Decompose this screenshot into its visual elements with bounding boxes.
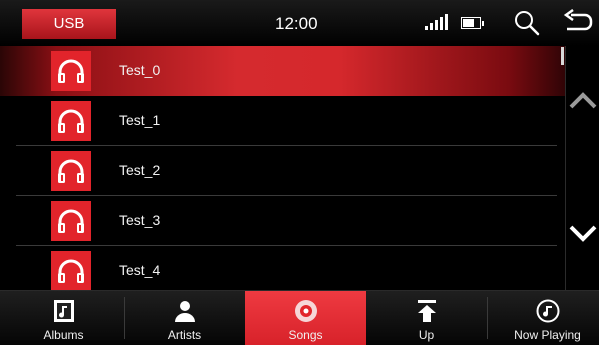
person-icon — [173, 299, 197, 323]
clock: 12:00 — [275, 14, 318, 33]
tab-now-playing[interactable]: Now Playing — [487, 291, 599, 345]
tab-label: Artists — [167, 328, 202, 342]
bottom-nav: Albums Artists Songs Up Now Playing — [0, 290, 599, 345]
tab-separator — [124, 297, 125, 339]
song-thumbnail — [51, 201, 91, 241]
tab-albums[interactable]: Albums — [3, 291, 124, 345]
list-divider — [565, 46, 566, 290]
battery-icon — [461, 17, 484, 29]
disc-icon — [294, 299, 318, 323]
headphones-icon — [58, 59, 84, 83]
back-icon[interactable] — [561, 9, 593, 37]
upload-icon — [415, 299, 439, 323]
headphones-icon — [58, 109, 84, 133]
scrollbar-thumb[interactable] — [561, 47, 564, 65]
song-thumbnail — [51, 251, 91, 290]
album-icon — [52, 299, 76, 323]
scroll-down-icon[interactable] — [568, 219, 598, 249]
tab-up[interactable]: Up — [366, 291, 487, 345]
tab-songs[interactable]: Songs — [245, 291, 366, 345]
song-row[interactable]: Test_2 — [0, 146, 565, 196]
song-thumbnail — [51, 51, 91, 91]
song-title: Test_3 — [119, 212, 161, 228]
tab-label: Up — [418, 328, 435, 342]
song-thumbnail — [51, 101, 91, 141]
scroll-up-icon[interactable] — [568, 85, 598, 115]
top-bar: USB 12:00 — [0, 0, 599, 46]
song-row[interactable]: Test_3 — [0, 196, 565, 246]
tab-label: Now Playing — [514, 328, 581, 342]
tab-separator — [487, 297, 488, 339]
search-icon[interactable] — [513, 9, 541, 37]
song-title: Test_1 — [119, 112, 161, 128]
tab-label: Albums — [43, 328, 84, 342]
headphones-icon — [58, 209, 84, 233]
headphones-icon — [58, 259, 84, 283]
signal-strength-icon — [425, 14, 450, 30]
song-row[interactable]: Test_1 — [0, 96, 565, 146]
usb-source-button[interactable]: USB — [22, 9, 116, 39]
tab-label: Songs — [288, 328, 323, 342]
song-title: Test_0 — [119, 62, 161, 78]
song-title: Test_2 — [119, 162, 161, 178]
song-row[interactable]: Test_0 — [0, 46, 565, 96]
song-list[interactable]: Test_0 Test_1 Test_2 Test_3 Test_4 — [0, 46, 565, 290]
music-note-icon — [536, 299, 560, 323]
song-thumbnail — [51, 151, 91, 191]
headphones-icon — [58, 159, 84, 183]
song-title: Test_4 — [119, 262, 161, 278]
tab-artists[interactable]: Artists — [124, 291, 245, 345]
song-row[interactable]: Test_4 — [0, 246, 565, 290]
